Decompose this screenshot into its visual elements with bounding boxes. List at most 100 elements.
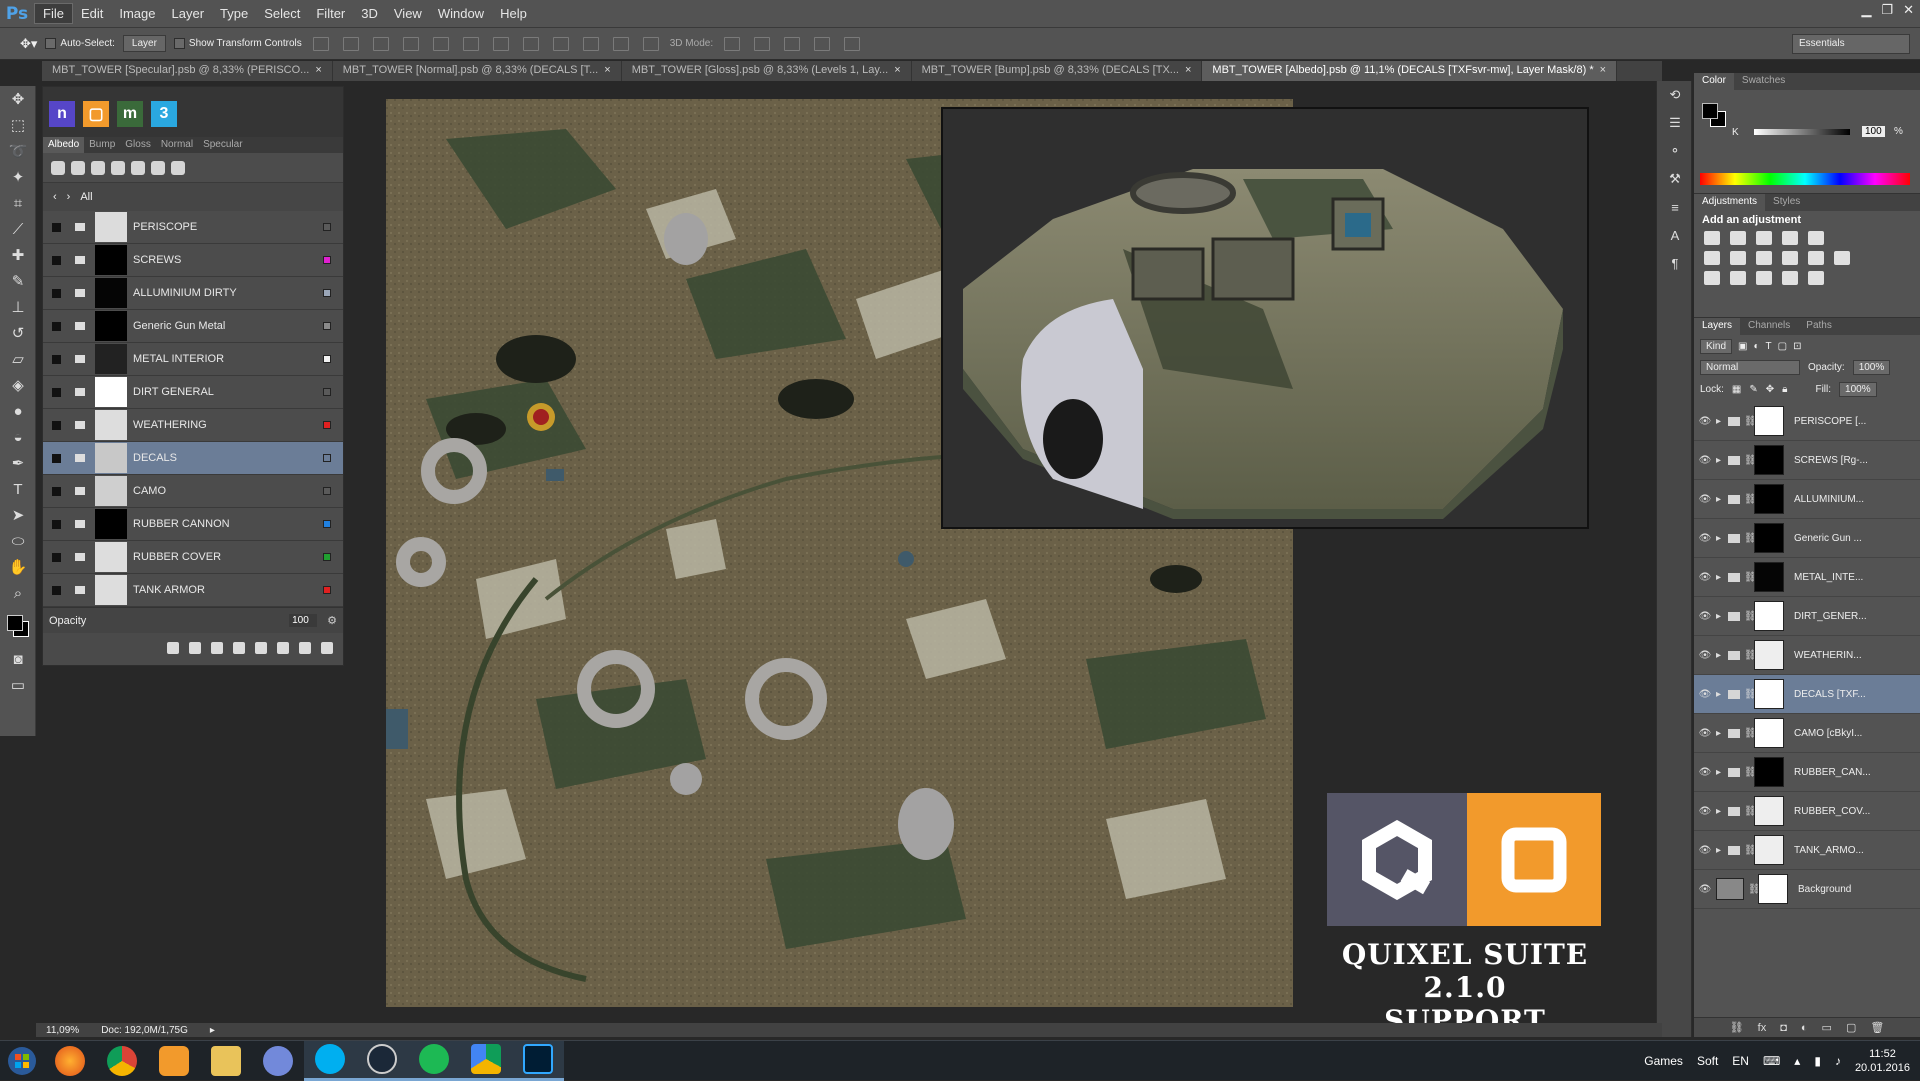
ddo-layer-row[interactable]: CAMO: [43, 475, 343, 508]
new-group-icon[interactable]: ▭: [1822, 1021, 1832, 1034]
link-icon[interactable]: ⛓: [1744, 806, 1757, 817]
eye-icon[interactable]: 👁︎: [1694, 455, 1716, 466]
link-icon[interactable]: ⛓: [1748, 884, 1761, 895]
lasso-tool-icon[interactable]: ➰: [0, 138, 36, 164]
firefox-icon[interactable]: [44, 1041, 96, 1081]
discord-icon[interactable]: [252, 1041, 304, 1081]
fx-icon[interactable]: fx: [1758, 1022, 1767, 1034]
tab-albedo[interactable]: MBT_TOWER [Albedo].psb @ 11,1% (DECALS […: [1202, 61, 1618, 81]
visibility-checkbox[interactable]: [52, 552, 61, 562]
visibility-checkbox[interactable]: [52, 222, 61, 232]
align-top-icon[interactable]: [312, 36, 329, 51]
expand-arrow-icon[interactable]: ▸: [1716, 533, 1728, 544]
layer-mask-thumbnail[interactable]: [1754, 835, 1784, 865]
dynamask-icon[interactable]: [131, 160, 145, 175]
eye-icon[interactable]: 👁︎: [1694, 728, 1716, 739]
layer-row[interactable]: 👁︎ ▸ ⛓ DECALS [TXF...: [1694, 675, 1920, 714]
tray-soft[interactable]: Soft: [1697, 1054, 1718, 1068]
visibility-checkbox[interactable]: [52, 255, 61, 265]
menu-help[interactable]: Help: [492, 4, 535, 23]
adjust-icon[interactable]: ≡: [1657, 193, 1693, 221]
layer-row[interactable]: 👁︎ ▸ ⛓ RUBBER_COV...: [1694, 792, 1920, 831]
color-swatches-icon[interactable]: [0, 606, 36, 646]
photo-filter-icon[interactable]: [1782, 251, 1798, 265]
link-icon[interactable]: ⛓: [1744, 494, 1757, 505]
eye-icon[interactable]: 👁︎: [1694, 806, 1716, 817]
blur-tool-icon[interactable]: ●: [0, 398, 36, 424]
k-slider[interactable]: [1754, 129, 1850, 135]
eye-icon[interactable]: 👁︎: [1694, 650, 1716, 661]
menu-3d[interactable]: 3D: [353, 4, 386, 23]
layer-mask-thumbnail[interactable]: [1754, 640, 1784, 670]
tab-albedo[interactable]: Albedo: [43, 137, 85, 153]
clock[interactable]: 11:52 20.01.2016: [1855, 1047, 1910, 1075]
ddo-layer-row[interactable]: Generic Gun Metal: [43, 310, 343, 343]
character-icon[interactable]: A: [1657, 221, 1693, 249]
lock-position-icon[interactable]: ✥: [1766, 384, 1774, 395]
marquee-tool-icon[interactable]: ⬚: [0, 112, 36, 138]
menu-layer[interactable]: Layer: [164, 4, 213, 23]
quick-mask-icon[interactable]: ◙: [0, 646, 36, 672]
menu-file[interactable]: File: [34, 3, 73, 24]
3d-pan-icon[interactable]: [784, 36, 801, 51]
tab-gloss[interactable]: Gloss: [120, 137, 156, 153]
filter-pixel-icon[interactable]: ▣: [1738, 341, 1747, 352]
move-tool-icon[interactable]: ✥▾: [20, 36, 37, 52]
tab-bump[interactable]: Bump: [84, 137, 120, 153]
layer-mask-thumbnail[interactable]: [1754, 523, 1784, 553]
tab-color[interactable]: Color: [1694, 73, 1734, 90]
layer-color-swatch[interactable]: [323, 289, 331, 297]
blend-mode-dropdown[interactable]: Normal: [1700, 360, 1800, 375]
layer-mask-thumbnail[interactable]: [1754, 757, 1784, 787]
language-indicator[interactable]: EN: [1732, 1054, 1749, 1068]
align-left-icon[interactable]: [402, 36, 419, 51]
keyboard-icon[interactable]: ⌨: [1763, 1054, 1780, 1068]
auto-align-icon[interactable]: [642, 36, 659, 51]
tab-channels[interactable]: Channels: [1740, 318, 1798, 335]
visibility-checkbox[interactable]: [52, 519, 61, 529]
visibility-checkbox[interactable]: [52, 585, 61, 595]
ddo-layer-row[interactable]: PERISCOPE: [43, 211, 343, 244]
visibility-checkbox[interactable]: [52, 354, 61, 364]
ddo-layer-row[interactable]: METAL INTERIOR: [43, 343, 343, 376]
expand-arrow-icon[interactable]: ▸: [1716, 416, 1728, 427]
brush-presets-icon[interactable]: ⚬: [1657, 137, 1693, 165]
menu-edit[interactable]: Edit: [73, 4, 111, 23]
ddo-logo-icon[interactable]: ▢: [83, 101, 109, 127]
layer-row[interactable]: 👁︎ ▸ ⛓ Generic Gun ...: [1694, 519, 1920, 558]
paint-bucket-icon[interactable]: ◈: [0, 372, 36, 398]
folder-icon[interactable]: [255, 642, 267, 654]
pen-tool-icon[interactable]: ✒: [0, 450, 36, 476]
close-icon[interactable]: ×: [604, 64, 610, 78]
properties-icon[interactable]: ☰: [1657, 109, 1693, 137]
tab-specular[interactable]: Specular: [198, 137, 247, 153]
fg-bg-colors[interactable]: [1700, 101, 1728, 129]
crop-tool-icon[interactable]: ⌗: [0, 190, 36, 216]
link-icon[interactable]: ⛓: [1744, 533, 1757, 544]
layer-row[interactable]: 👁︎ ▸ ⛓ RUBBER_CAN...: [1694, 753, 1920, 792]
layer-row[interactable]: 👁︎ ▸ ⛓ WEATHERIN...: [1694, 636, 1920, 675]
layer-row[interactable]: 👁︎ ▸ ⛓ DIRT_GENER...: [1694, 597, 1920, 636]
align-hcenter-icon[interactable]: [432, 36, 449, 51]
shape-tool-icon[interactable]: ⬭: [0, 528, 36, 554]
3d-roll-icon[interactable]: [754, 36, 771, 51]
zoom-tool-icon[interactable]: ⌕: [0, 580, 36, 606]
chrome-icon[interactable]: [96, 1041, 148, 1081]
tab-gloss[interactable]: MBT_TOWER [Gloss].psb @ 8,33% (Levels 1,…: [621, 61, 912, 81]
expand-arrow-icon[interactable]: ▸: [1716, 572, 1728, 583]
layer-mask-thumbnail[interactable]: [1754, 562, 1784, 592]
layer-dropdown[interactable]: Layer: [122, 35, 166, 52]
type-tool-icon[interactable]: T: [0, 476, 36, 502]
tool-presets-icon[interactable]: ⚒: [1657, 165, 1693, 193]
layer-mask-thumbnail[interactable]: [1754, 406, 1784, 436]
expand-arrow-icon[interactable]: ▸: [1716, 650, 1728, 661]
link-icon[interactable]: ⛓: [1744, 455, 1757, 466]
layer-color-swatch[interactable]: [323, 421, 331, 429]
screen-mode-icon[interactable]: ▭: [0, 672, 36, 698]
expand-arrow-icon[interactable]: ▸: [1716, 845, 1728, 856]
tab-paths[interactable]: Paths: [1798, 318, 1840, 335]
layer-row[interactable]: 👁︎ ▸ ⛓ ALLUMINIUM...: [1694, 480, 1920, 519]
expand-arrow-icon[interactable]: ▸: [1716, 806, 1728, 817]
chevron-right-icon[interactable]: ›: [67, 191, 71, 203]
3d-scale-icon[interactable]: [844, 36, 861, 51]
